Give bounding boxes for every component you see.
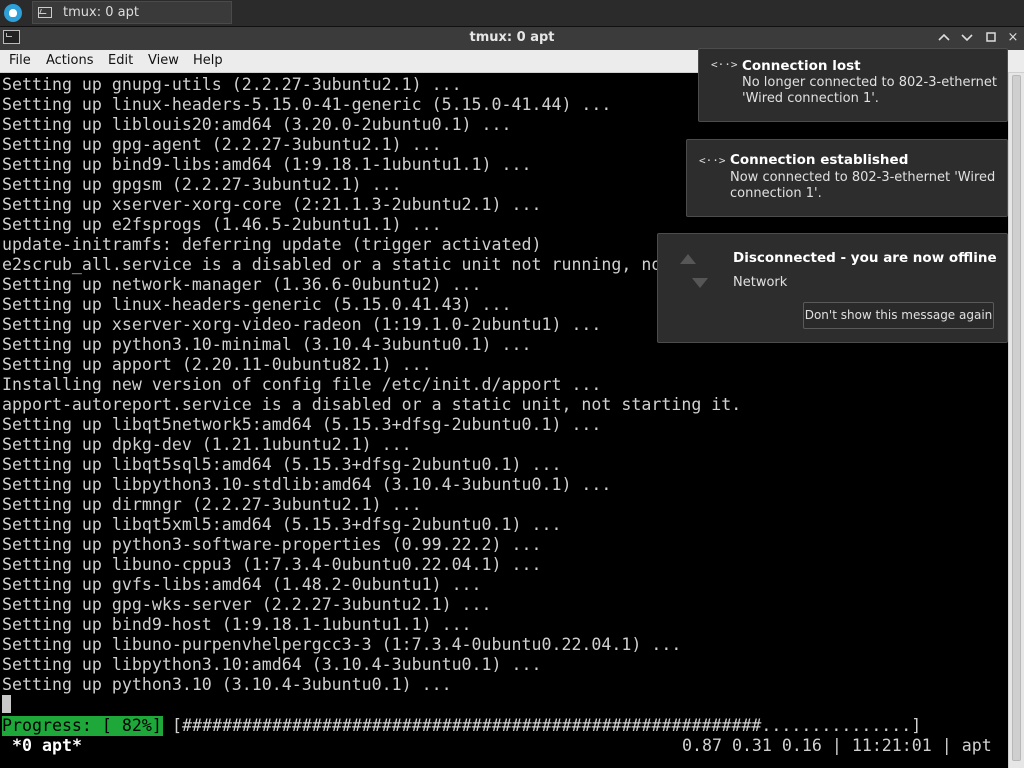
terminal-line: update-initramfs: deferring update (trig… [2,235,542,254]
terminal-line: Setting up libpython3.10-stdlib:amd64 (3… [2,475,612,494]
chevron-up-icon [938,33,950,41]
terminal-line: Setting up python3.10 (3.10.4-3ubuntu0.1… [2,675,452,694]
terminal-line: Setting up apport (2.20.11-0ubuntu82.1) … [2,355,432,374]
terminal-line: Setting up gpgsm (2.2.27-3ubuntu2.1) ... [2,175,402,194]
tmux-status-right: 0.87 0.31 0.16 | 11:21:01 | apt [682,736,992,755]
notification-title: Disconnected - you are now offline [733,250,997,266]
notification-title: Connection lost [742,58,861,74]
terminal-line: Setting up dpkg-dev (1.21.1ubuntu2.1) ..… [2,435,412,454]
terminal-line: Setting up gvfs-libs:amd64 (1.48.2-0ubun… [2,575,482,594]
menu-file[interactable]: File [9,53,31,68]
terminal-line: Setting up python3.10-minimal (3.10.4-3u… [2,335,532,354]
terminal-line: Setting up liblouis20:amd64 (3.20.0-2ubu… [2,115,512,134]
terminal-line: Setting up linux-headers-generic (5.15.0… [2,295,512,314]
terminal-line: Setting up gnupg-utils (2.2.27-3ubuntu2.… [2,75,462,94]
notification-connection-lost[interactable]: <··> Connection lost No longer connected… [698,48,1008,122]
terminal-line: Setting up bind9-host (1:9.18.1-1ubuntu1… [2,615,472,634]
terminal-line: Setting up libuno-purpenvhelpergcc3-3 (1… [2,635,682,654]
notification-title: Connection established [730,152,909,168]
taskbar-item-tmux[interactable]: tmux: 0 apt [32,1,232,24]
terminal-line: Setting up xserver-xorg-core (2:21.1.3-2… [2,195,542,214]
network-offline-icon [678,254,708,290]
terminal-line: Setting up gpg-wks-server (2.2.27-3ubunt… [2,595,492,614]
terminal-line: Setting up network-manager (1.36.6-0ubun… [2,275,482,294]
menu-actions[interactable]: Actions [46,53,94,68]
scrollbar-thumb[interactable] [1012,75,1021,761]
terminal-line: Setting up xserver-xorg-video-radeon (1:… [2,315,602,334]
menu-edit[interactable]: Edit [108,53,133,68]
maximize-button[interactable] [982,30,1000,46]
maximize-icon [986,32,996,42]
network-icon: <··> [711,58,738,71]
window-titlebar[interactable]: tmux: 0 apt × [0,27,1024,50]
app-launcher-icon[interactable] [4,4,22,22]
network-icon: <··> [699,154,726,167]
menu-help[interactable]: Help [193,53,223,68]
terminal-line: Setting up dirmngr (2.2.27-3ubuntu2.1) .… [2,495,422,514]
terminal-line: Setting up linux-headers-5.15.0-41-gener… [2,95,612,114]
terminal-line: Setting up libqt5xml5:amd64 (5.15.3+dfsg… [2,515,562,534]
taskbar-item-label: tmux: 0 apt [63,5,139,20]
dont-show-again-button[interactable]: Don't show this message again [803,302,994,329]
terminal-line: apport-autoreport.service is a disabled … [2,395,742,414]
menu-view[interactable]: View [148,53,179,68]
terminal-line: Setting up python3-software-properties (… [2,535,542,554]
terminal-line: Setting up bind9-libs:amd64 (1:9.18.1-1u… [2,155,532,174]
chevron-down-icon [961,34,973,42]
notification-body: No longer connected to 802-3-ethernet 'W… [742,75,997,106]
terminal-icon [38,7,52,18]
notification-body: Network [733,275,788,290]
close-button[interactable]: × [1004,30,1022,46]
progress-bar: [#######################################… [172,716,922,735]
notification-disconnected[interactable]: Disconnected - you are now offline Netwo… [657,233,1008,343]
terminal-line: Setting up libqt5network5:amd64 (5.15.3+… [2,415,602,434]
progress-label: Progress: [ 82%] [2,716,163,736]
terminal-cursor [2,695,11,713]
shade-button[interactable] [935,30,953,46]
notification-body: Now connected to 802-3-ethernet 'Wired c… [730,170,996,201]
terminal-line: Setting up e2fsprogs (1.46.5-2ubuntu1.1)… [2,215,442,234]
terminal-line: Setting up gpg-agent (2.2.27-3ubuntu2.1)… [2,135,442,154]
minimize-button[interactable] [958,30,976,46]
window-title: tmux: 0 apt [469,30,555,45]
terminal-line: Setting up libqt5sql5:amd64 (5.15.3+dfsg… [2,455,562,474]
terminal-line: Setting up libuno-cppu3 (1:7.3.4-0ubuntu… [2,555,542,574]
taskbar: tmux: 0 apt [0,0,1024,27]
vertical-scrollbar[interactable] [1008,73,1024,768]
notification-connection-established[interactable]: <··> Connection established Now connecte… [686,139,1008,217]
terminal-line: Installing new version of config file /e… [2,375,602,394]
terminal-line: Setting up libpython3.10:amd64 (3.10.4-3… [2,655,542,674]
tmux-window-tab[interactable]: *0 apt* [12,736,82,756]
